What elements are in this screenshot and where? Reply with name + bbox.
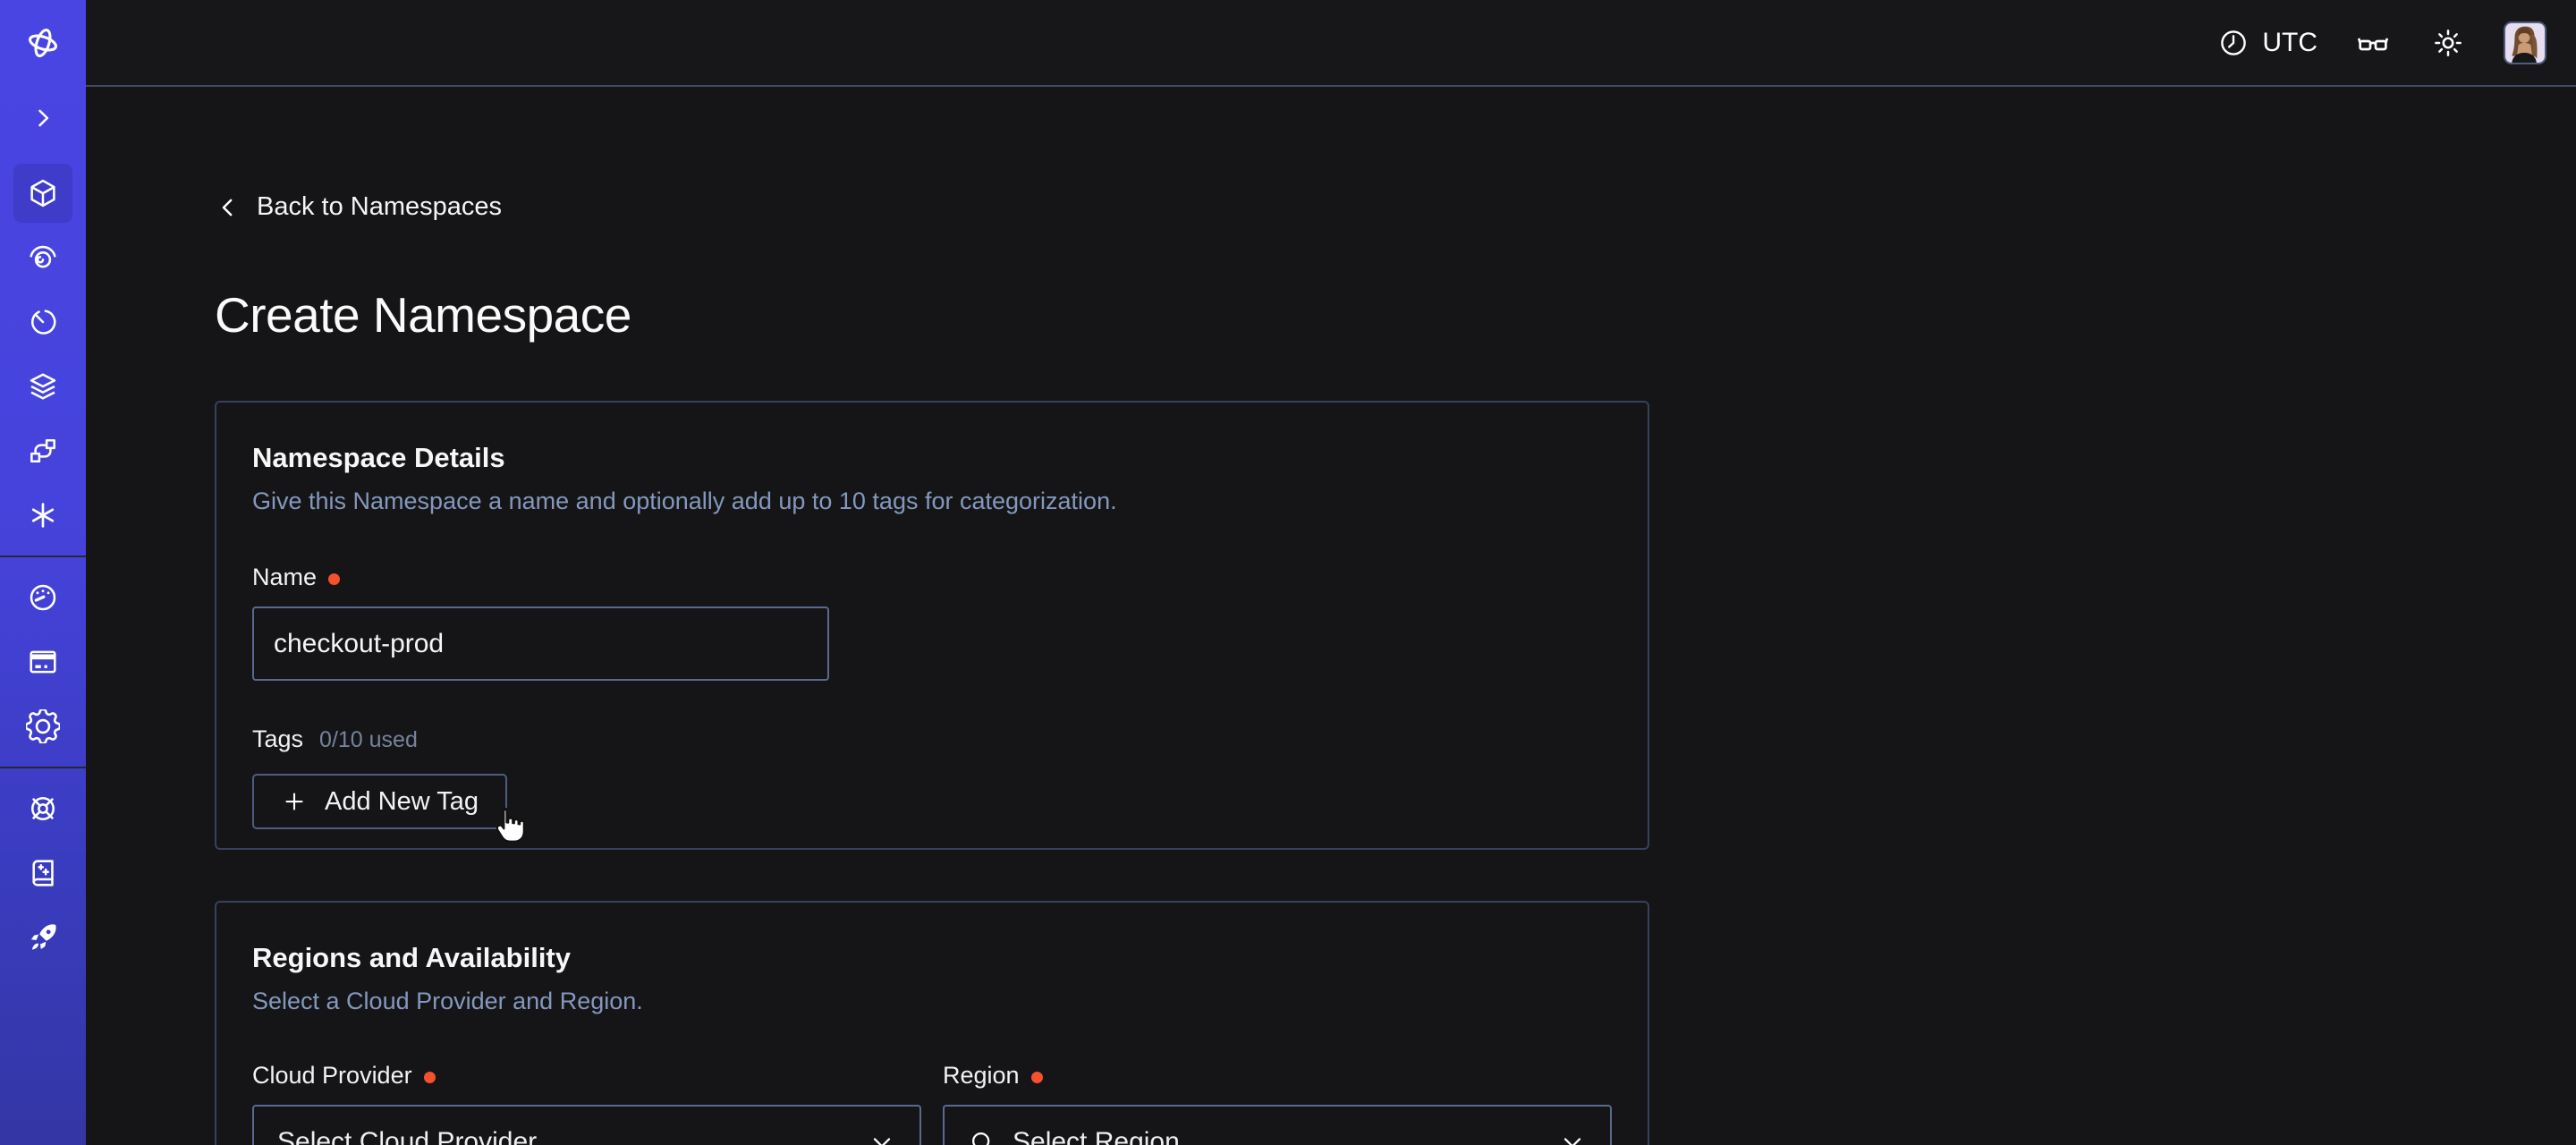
- cloud-provider-select[interactable]: Select Cloud Provider: [252, 1105, 921, 1145]
- card-subtitle: Give this Namespace a name and optionall…: [252, 488, 1612, 515]
- sidebar-item-usage[interactable]: [0, 565, 86, 630]
- user-avatar[interactable]: [2504, 21, 2546, 64]
- search-icon: [968, 1128, 996, 1145]
- sidebar-item-schedules[interactable]: [0, 290, 86, 354]
- tags-used-counter: 0/10 used: [319, 727, 418, 753]
- sidebar-item-getting-started[interactable]: [0, 905, 86, 970]
- region-select[interactable]: Select Region: [943, 1105, 1612, 1145]
- regions-availability-card: Regions and Availability Select a Cloud …: [215, 901, 1649, 1145]
- timezone-label: UTC: [2262, 28, 2318, 58]
- sidebar-item-support[interactable]: [0, 776, 86, 841]
- temporal-logo-icon: [23, 23, 63, 63]
- sidebar-item-settings[interactable]: [0, 694, 86, 759]
- support-lifebuoy-icon: [26, 792, 60, 826]
- sun-icon: [2431, 26, 2465, 60]
- workflows-spiral-icon: [26, 241, 60, 275]
- sidebar-divider: [0, 556, 86, 557]
- sidebar-item-workflows[interactable]: [0, 225, 86, 290]
- glasses-icon: [2355, 25, 2391, 61]
- sidebar-item-batch-operations[interactable]: [0, 419, 86, 483]
- temporal-logo[interactable]: [0, 0, 86, 86]
- namespace-name-input[interactable]: [252, 606, 829, 681]
- namespaces-cube-icon: [26, 176, 60, 210]
- sidebar-divider: [0, 767, 86, 768]
- page-title: Create Namespace: [215, 286, 631, 344]
- top-header: UTC: [86, 0, 2576, 87]
- cloud-provider-label: Cloud Provider: [252, 1062, 921, 1090]
- required-dot: [1031, 1072, 1043, 1083]
- namespace-details-card: Namespace Details Give this Namespace a …: [215, 401, 1649, 850]
- main-area: UTC: [86, 0, 2576, 1145]
- settings-gear-icon: [26, 709, 60, 743]
- sidebar-item-deployments[interactable]: [0, 354, 86, 419]
- sidebar: [0, 0, 86, 1145]
- cloud-provider-select-value: Select Cloud Provider: [277, 1127, 852, 1145]
- sidebar-item-docs[interactable]: [0, 841, 86, 905]
- chevron-right-icon: [28, 103, 58, 133]
- required-dot: [424, 1072, 436, 1083]
- sidebar-item-nexus[interactable]: [0, 483, 86, 547]
- chevron-down-icon: [868, 1128, 896, 1145]
- tags-label-row: Tags 0/10 used: [252, 725, 1612, 753]
- labs-toggle-button[interactable]: [2353, 23, 2393, 63]
- cloud-provider-column: Cloud Provider Select Cloud Provider: [252, 1062, 921, 1145]
- docs-book-icon: [26, 856, 60, 890]
- card-title: Namespace Details: [252, 442, 1612, 474]
- timezone-selector[interactable]: UTC: [2217, 27, 2318, 59]
- provider-region-columns: Cloud Provider Select Cloud Provider: [252, 1062, 1612, 1145]
- getting-started-rocket-icon: [26, 920, 60, 954]
- required-dot: [328, 573, 340, 585]
- card-title: Regions and Availability: [252, 942, 1612, 974]
- page-content: Back to Namespaces Create Namespace Name…: [86, 87, 2576, 1145]
- back-to-namespaces-link[interactable]: Back to Namespaces: [215, 192, 502, 222]
- theme-toggle-button[interactable]: [2428, 23, 2468, 63]
- sidebar-item-namespaces[interactable]: [0, 161, 86, 225]
- region-column: Region Select Region: [943, 1062, 1612, 1145]
- sidebar-item-billing[interactable]: [0, 630, 86, 694]
- plus-icon: [281, 788, 308, 815]
- batch-branch-icon: [26, 434, 60, 468]
- clock-icon: [2217, 27, 2250, 59]
- region-select-value: Select Region: [1013, 1127, 1542, 1145]
- avatar-image: [2505, 23, 2545, 63]
- billing-card-icon: [26, 645, 60, 679]
- chevron-down-icon: [1558, 1128, 1587, 1145]
- schedules-timer-icon: [26, 305, 60, 339]
- card-subtitle: Select a Cloud Provider and Region.: [252, 988, 1612, 1015]
- usage-gauge-icon: [26, 581, 60, 615]
- sidebar-expand-button[interactable]: [0, 86, 86, 150]
- name-label: Name: [252, 564, 1612, 591]
- tags-label: Tags: [252, 725, 303, 753]
- region-label: Region: [943, 1062, 1612, 1090]
- nexus-asterisk-icon: [26, 498, 60, 532]
- add-new-tag-label: Add New Tag: [325, 787, 479, 817]
- add-new-tag-button[interactable]: Add New Tag: [252, 774, 507, 829]
- back-link-label: Back to Namespaces: [257, 192, 502, 222]
- deployments-layers-icon: [26, 369, 60, 403]
- chevron-left-icon: [215, 194, 242, 221]
- app-root: UTC: [0, 0, 2576, 1145]
